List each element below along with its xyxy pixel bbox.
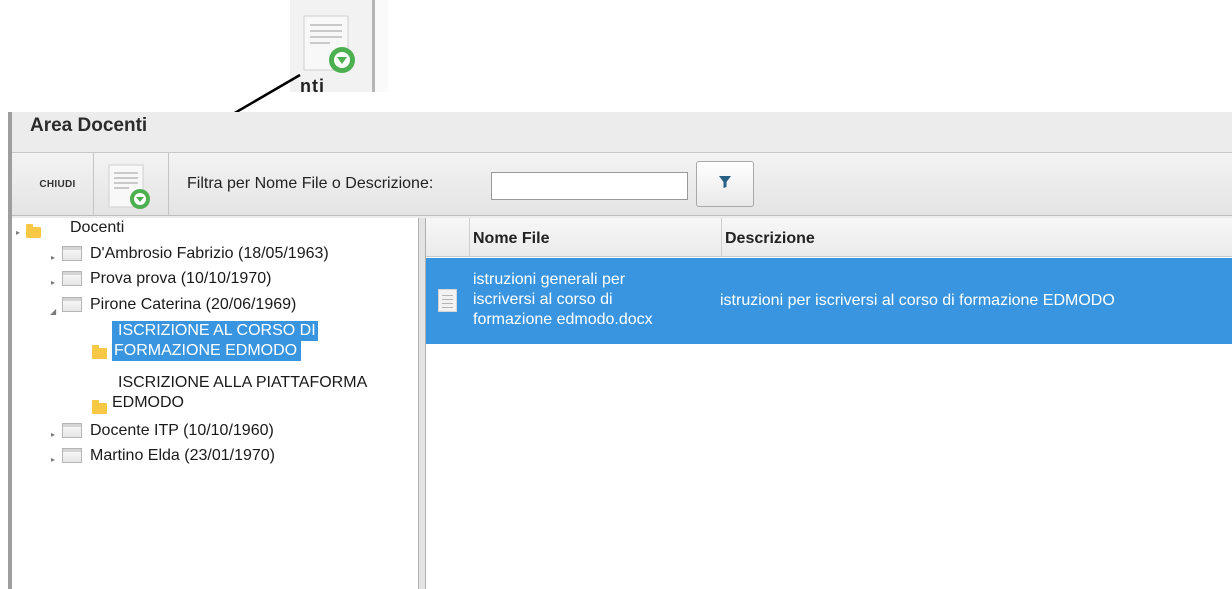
column-header-filename[interactable]: Nome File <box>470 218 722 257</box>
folder-icon <box>26 224 41 238</box>
document-icon <box>438 289 457 312</box>
tree-item-label: Docente ITP (10/10/1960) <box>90 422 274 439</box>
files-grid: Nome File Descrizione istruzioni general… <box>426 218 1232 589</box>
column-header-icon[interactable] <box>426 218 470 257</box>
tree-item-label: Pirone Caterina (20/06/1969) <box>90 296 297 313</box>
filter-label: Filtra per Nome File o Descrizione: <box>187 175 434 192</box>
expand-toggle-icon[interactable]: ▸ <box>51 430 55 439</box>
callout-label: nti <box>300 76 325 92</box>
tree-root-label: Docenti <box>70 219 125 236</box>
folder-icon <box>92 345 107 359</box>
teacher-tree: ▸ Docenti ▸ D'Ambrosio Fabrizio (18/05/1… <box>12 218 419 589</box>
folder-icon <box>92 400 107 414</box>
grid-header: Nome File Descrizione <box>426 218 1232 257</box>
file-name-cell: istruzioni generali per iscriversi al co… <box>473 270 713 356</box>
zoom-callout: nti <box>290 0 388 92</box>
expand-toggle-icon[interactable]: ▸ <box>16 228 20 237</box>
expand-toggle-icon[interactable]: ▸ <box>51 253 55 262</box>
tree-item-label: Martino Elda (23/01/1970) <box>90 447 275 464</box>
person-icon <box>62 246 82 261</box>
person-icon <box>62 448 82 463</box>
person-icon <box>62 423 82 438</box>
column-header-description[interactable]: Descrizione <box>722 218 1232 257</box>
file-name-line: iscriversi al corso di <box>473 291 613 308</box>
table-row[interactable]: istruzioni generali per iscriversi al co… <box>426 258 1232 344</box>
expand-toggle-icon[interactable]: ▸ <box>51 455 55 464</box>
filter-input[interactable] <box>491 172 688 200</box>
window-title: Area Docenti <box>30 115 148 136</box>
new-document-icon <box>302 14 362 81</box>
file-name-line: istruzioni generali per <box>473 271 626 288</box>
file-name-line: formazione edmodo.docx <box>473 311 653 328</box>
person-icon <box>62 271 82 286</box>
new-document-icon <box>107 163 157 216</box>
panel-splitter[interactable] <box>419 218 426 589</box>
collapse-toggle-icon[interactable]: ◢ <box>50 307 56 316</box>
tree-item-label: D'Ambrosio Fabrizio (18/05/1963) <box>90 245 329 262</box>
person-icon <box>62 297 82 312</box>
expand-toggle-icon[interactable]: ▸ <box>51 278 55 287</box>
tree-subitem-label: ISCRIZIONE ALLA PIATTAFORMA <box>118 374 368 391</box>
close-button[interactable]: CHIUDI <box>22 153 94 216</box>
filter-button[interactable] <box>696 161 754 207</box>
tree-item-label: Prova prova (10/10/1970) <box>90 270 272 287</box>
tree-subitem-label: ISCRIZIONE AL CORSO DI <box>112 321 318 341</box>
tree-subitem-label: EDMODO <box>112 394 184 411</box>
tree-subitem-label: FORMAZIONE EDMODO <box>112 341 302 361</box>
new-document-button[interactable] <box>95 153 169 216</box>
filter-icon <box>718 175 732 194</box>
description-cell: istruzioni per iscriversi al corso di fo… <box>720 292 1115 309</box>
app-window: Area Docenti CHIUDI Filtra per Nome File… <box>8 112 1232 589</box>
toolbar: CHIUDI Filtra per Nome File o Descrizion… <box>12 152 1232 216</box>
